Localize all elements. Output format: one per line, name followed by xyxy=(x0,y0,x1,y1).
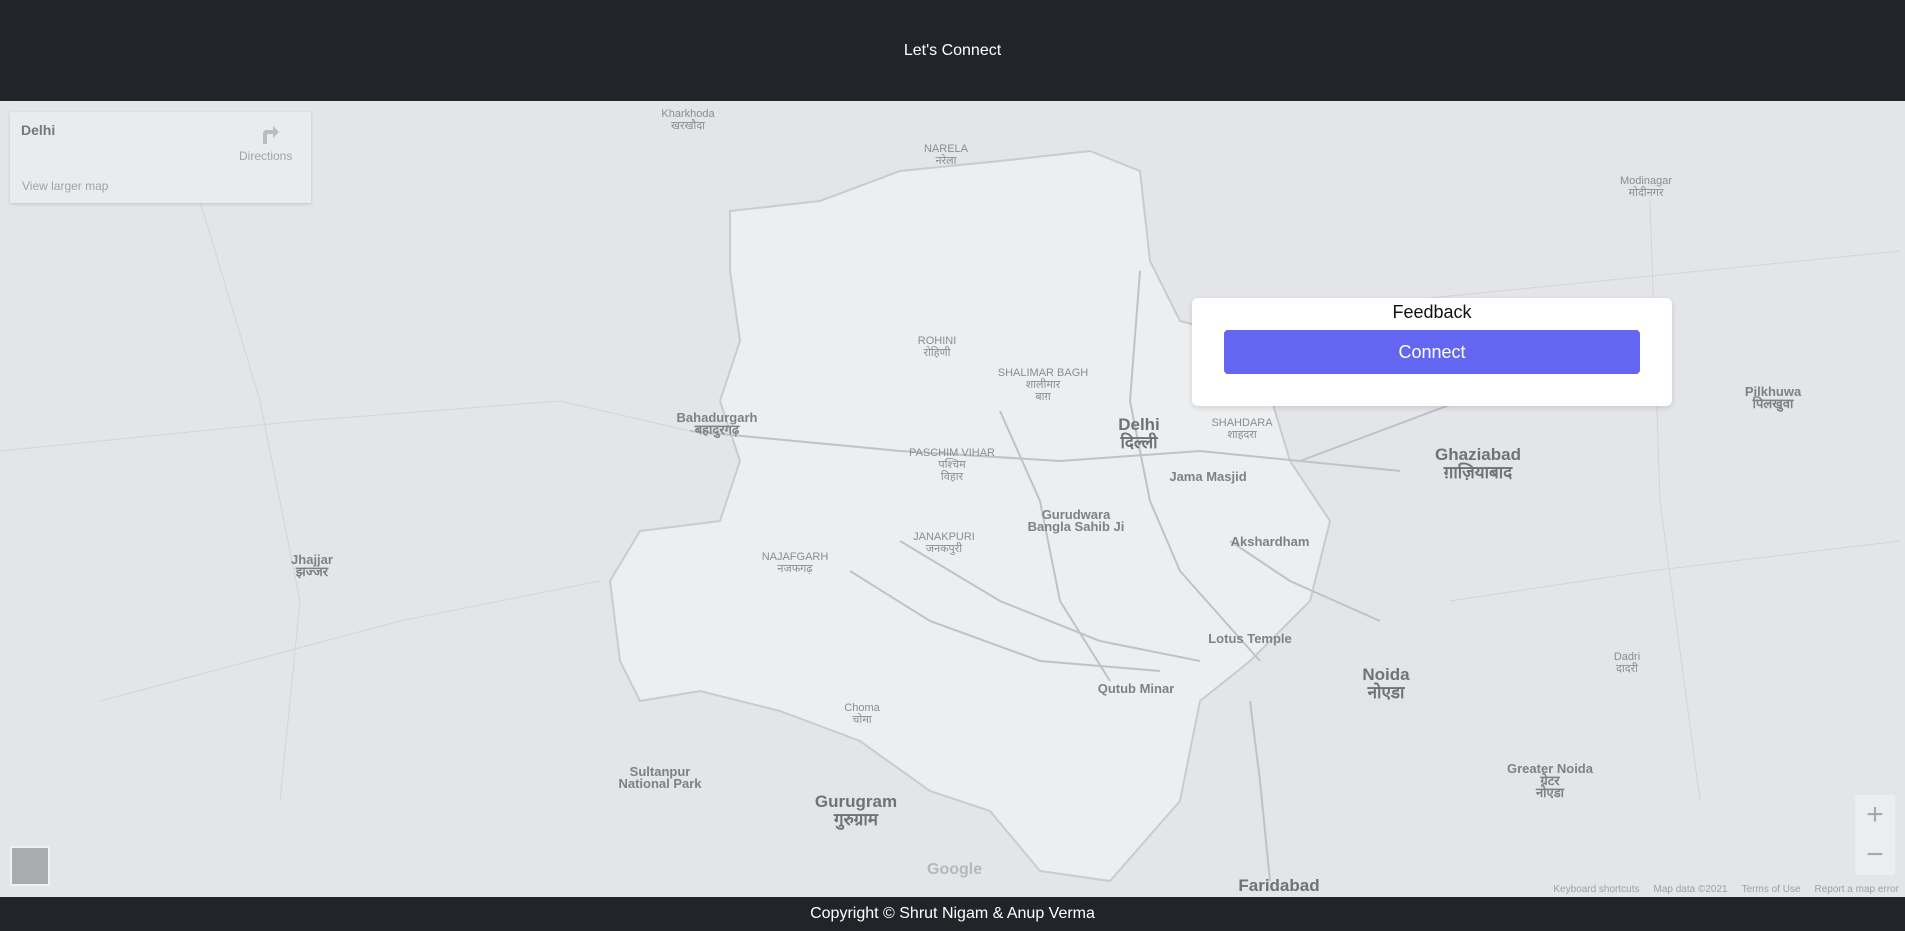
map-label: Modinagar मोदीनगर xyxy=(1620,175,1672,199)
map-label: Jhajjar झज्जर xyxy=(291,552,333,579)
site-footer: Copyright © Shrut Nigam & Anup Verma xyxy=(0,897,1905,931)
view-larger-map-link[interactable]: View larger map xyxy=(22,179,108,193)
map-data-credit: Map data ©2021 xyxy=(1653,884,1728,895)
terms-link[interactable]: Terms of Use xyxy=(1742,884,1801,895)
map-label: NAJAFGARH नजफगढ़ xyxy=(761,551,829,575)
map-label: Noida नोएडा xyxy=(1362,665,1410,702)
map-label: JANAKPURI जनकपुरी xyxy=(913,531,975,555)
site-header: Let's Connect xyxy=(0,0,1905,101)
map-label: SHAHDARA शाहदरा xyxy=(1211,417,1273,441)
map-label: PASCHIM VIHAR पश्चिम विहार xyxy=(909,447,995,483)
map-label: Choma चोमा xyxy=(844,702,880,726)
map-label: Gurugram गुरुग्राम xyxy=(814,792,898,829)
keyboard-shortcuts-link[interactable]: Keyboard shortcuts xyxy=(1553,884,1639,895)
feedback-title: Feedback xyxy=(1392,302,1472,322)
map-label: Qutub Minar xyxy=(1097,681,1175,696)
place-name: Delhi xyxy=(21,122,56,138)
map-label: Akshardham xyxy=(1230,534,1310,549)
zoom-out-button[interactable]: − xyxy=(1855,835,1895,875)
map-attribution: Keyboard shortcuts Map data ©2021 Terms … xyxy=(1553,884,1899,895)
header-title: Let's Connect xyxy=(903,41,1002,59)
report-error-link[interactable]: Report a map error xyxy=(1815,884,1899,895)
zoom-control: + − xyxy=(1855,795,1895,875)
map-label: ROHINI रोहिणी xyxy=(917,335,957,359)
map-label: Kharkhoda खरखौदा xyxy=(661,108,715,132)
map-label: Sultanpur National Park xyxy=(618,764,702,791)
map-label: Faridabad xyxy=(1238,876,1320,895)
map-info-card: Delhi Directions View larger map xyxy=(10,112,311,203)
copyright-text: Copyright © Shrut Nigam & Anup Verma xyxy=(810,905,1095,922)
map-label: Bahadurgarh बहादुरगढ़ xyxy=(676,410,758,437)
zoom-in-button[interactable]: + xyxy=(1855,795,1895,835)
map-label: Pilkhuwa पिलखुवा xyxy=(1744,384,1802,411)
map-label: Gurudwara Bangla Sahib Ji xyxy=(1027,507,1125,534)
map-label: NARELA नरेला xyxy=(923,143,969,167)
map-label: Lotus Temple xyxy=(1208,631,1292,646)
directions-link[interactable]: Directions xyxy=(239,149,292,163)
directions-icon[interactable] xyxy=(257,122,281,146)
map-roads xyxy=(0,149,1901,883)
map-label: SHALIMAR BAGH शालीमार बाग़ xyxy=(997,367,1089,403)
map-label: Delhi दिल्ली xyxy=(1118,415,1160,452)
feedback-card: Feedback Connect xyxy=(1192,298,1672,406)
satellite-toggle-thumbnail[interactable] xyxy=(10,846,50,886)
map-label: Greater Noida ग्रेटर नोएडा xyxy=(1507,761,1593,800)
embedded-map[interactable]: Delhi दिल्ली Ghaziabad ग़ाज़ियाबाद Noida नो… xyxy=(0,101,1905,897)
google-logo: Google xyxy=(927,861,983,878)
connect-button[interactable]: Connect xyxy=(1224,330,1640,374)
map-label: Ghaziabad ग़ाज़ियाबाद xyxy=(1435,445,1521,482)
map-label: Jama Masjid xyxy=(1169,469,1247,484)
map-label: Dadri दादरी xyxy=(1613,651,1641,675)
